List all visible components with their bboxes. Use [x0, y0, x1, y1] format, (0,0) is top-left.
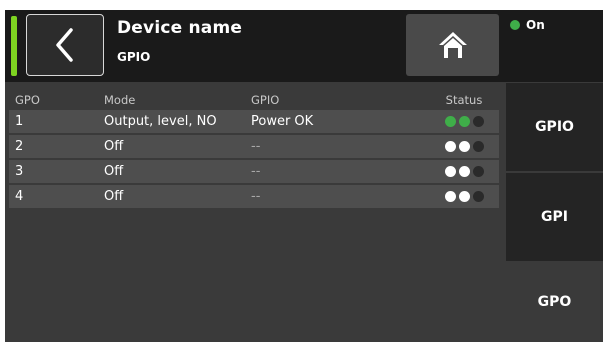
cell-mode: Off [104, 164, 124, 179]
cell-gpio: -- [251, 189, 261, 204]
cell-gpio: Power OK [251, 114, 314, 129]
table-row[interactable]: 1 Output, level, NO Power OK [9, 110, 499, 133]
table-row[interactable]: 3 Off -- [9, 160, 499, 183]
status-accent-bar [11, 16, 17, 76]
gpo-table: GPO Mode GPIO Status 1 Output, level, NO… [9, 90, 499, 210]
device-screen: Device name GPIO On GPO Mode GPIO Status… [5, 10, 603, 342]
cell-status [429, 141, 499, 152]
home-button[interactable] [406, 14, 499, 76]
page-subtitle: GPIO [117, 50, 151, 64]
back-button[interactable] [26, 14, 104, 76]
status-led-white-icon [458, 141, 470, 152]
column-header-gpo: GPO [15, 93, 40, 107]
header: Device name GPIO On [5, 10, 603, 82]
title-block: Device name GPIO [117, 18, 242, 64]
cell-mode: Off [104, 139, 124, 154]
column-header-gpio: GPIO [251, 93, 280, 107]
table-header: GPO Mode GPIO Status [9, 90, 499, 110]
status-leds [444, 166, 484, 177]
tab-gpio[interactable]: GPIO [506, 83, 603, 171]
status-led-dark-icon [472, 141, 484, 152]
status-led-green-icon [458, 116, 470, 127]
status-leds [444, 191, 484, 202]
cell-mode: Output, level, NO [104, 114, 217, 129]
status-label: On [526, 18, 545, 32]
status-led-dark-icon [472, 166, 484, 177]
status-led-dark-icon [472, 116, 484, 127]
cell-status [429, 191, 499, 202]
status-led-white-icon [444, 166, 456, 177]
column-header-status: Status [445, 93, 483, 107]
tab-gpi[interactable]: GPI [506, 173, 603, 261]
status-led-white-icon [458, 166, 470, 177]
device-name: Device name [117, 18, 243, 38]
status-dot-icon [510, 20, 520, 30]
output-status: On [510, 18, 545, 32]
cell-gpio: -- [251, 139, 261, 154]
cell-mode: Off [104, 189, 124, 204]
status-led-white-icon [444, 141, 456, 152]
status-led-white-icon [444, 191, 456, 202]
tab-gpo[interactable]: GPO [506, 262, 603, 342]
cell-gpo: 1 [15, 114, 24, 129]
cell-gpo: 2 [15, 139, 24, 154]
cell-status [429, 166, 499, 177]
chevron-left-icon [56, 28, 73, 62]
cell-gpo: 3 [15, 164, 24, 179]
status-leds [444, 141, 484, 152]
column-header-mode: Mode [104, 93, 136, 107]
status-led-dark-icon [472, 191, 484, 202]
table-row[interactable]: 2 Off -- [9, 135, 499, 158]
cell-gpo: 4 [15, 189, 24, 204]
cell-status [429, 116, 499, 127]
status-led-green-icon [444, 116, 456, 127]
cell-gpio: -- [251, 164, 261, 179]
status-leds [444, 116, 484, 127]
home-icon [438, 32, 467, 58]
table-row[interactable]: 4 Off -- [9, 185, 499, 208]
status-led-white-icon [458, 191, 470, 202]
